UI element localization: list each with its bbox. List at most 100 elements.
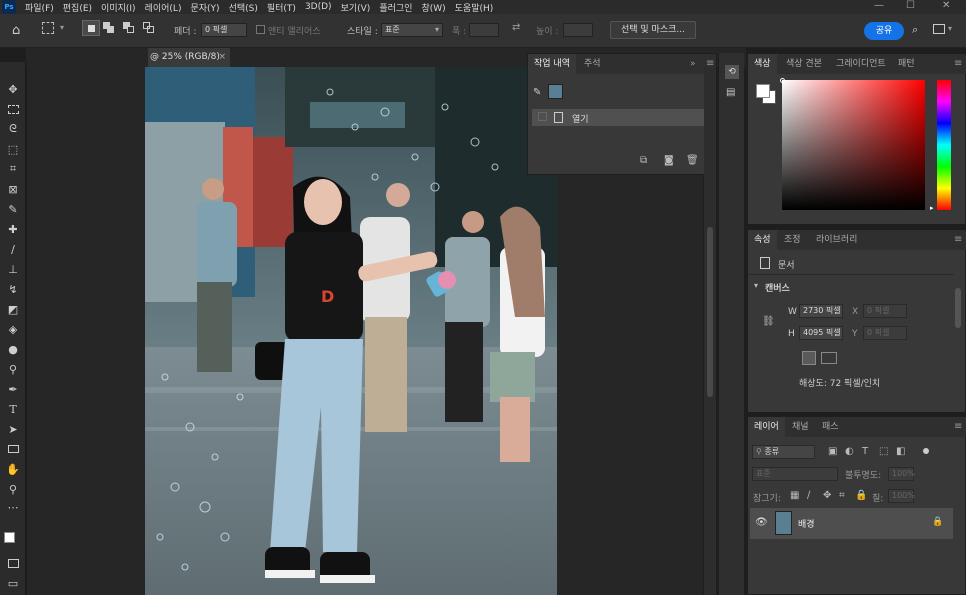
panel-menu-icon[interactable]: ≡ [954,421,962,432]
share-button[interactable]: 공유 [864,22,904,40]
tab-notes[interactable]: 주석 [578,54,607,74]
lock-position-icon[interactable]: ✥ [823,490,831,501]
color-field[interactable] [782,80,925,210]
zoom-tool-icon[interactable]: ⚲ [3,480,23,498]
eraser-tool-icon[interactable]: ◩ [3,300,23,318]
tab-gradients[interactable]: 그레이디언트 [830,54,892,74]
blur-tool-icon[interactable]: ● [3,340,23,358]
swap-dimensions-icon[interactable]: ⇄ [512,22,520,33]
filter-type-icon[interactable]: T [862,446,868,457]
object-selection-tool-icon[interactable]: ⬚ [3,140,23,158]
layer-name[interactable]: 배경 [798,517,815,530]
eyedropper-tool-icon[interactable]: ✎ [3,200,23,218]
chevron-down-icon[interactable]: ▾ [754,281,758,290]
panel-menu-icon[interactable]: ≡ [954,58,962,69]
tab-libraries[interactable]: 라이브러리 [810,230,863,250]
canvas-height-input[interactable]: 4095 픽셀 [799,326,843,340]
document-tab[interactable]: @ 25% (RGB/8) × [148,48,230,67]
pen-tool-icon[interactable]: ✒ [3,380,23,398]
menu-select[interactable]: 선택(S) [229,1,258,14]
search-icon[interactable]: ⌕ [912,23,918,37]
history-state-open[interactable]: 열기 [532,109,704,126]
menu-file[interactable]: 파일(F) [25,1,54,14]
rectangular-marquee-tool-icon[interactable] [3,100,23,118]
tab-paths[interactable]: 패스 [816,417,845,437]
chevron-down-icon[interactable]: ▾ [60,23,64,32]
chevron-down-icon[interactable]: ▾ [948,24,952,33]
link-icon[interactable]: ⛓ [762,316,775,327]
filter-shape-icon[interactable]: ⬚ [879,446,888,457]
close-window-icon[interactable]: ✕ [942,0,950,11]
select-and-mask-button[interactable]: 선택 및 마스크... [610,21,696,39]
marquee-tool-preset-icon[interactable] [42,22,54,34]
color-picker-marker[interactable] [780,78,785,83]
quick-mask-icon[interactable] [3,554,23,572]
canvas-y-input[interactable]: 0 픽셀 [863,326,907,340]
subtract-selection-icon[interactable] [123,22,135,34]
more-tools-icon[interactable]: ⋯ [3,498,23,516]
document-photo[interactable]: D [145,67,557,595]
hue-slider[interactable] [937,80,951,210]
notes-panel-icon[interactable]: ▤ [726,87,735,98]
clone-stamp-tool-icon[interactable]: ⊥ [3,260,23,278]
layer-kind-filter[interactable]: ⚲ 종류 [752,445,815,459]
eye-visibility-icon[interactable]: 👁 [755,517,768,528]
paint-bucket-tool-icon[interactable]: ◈ [3,320,23,338]
landscape-orientation-icon[interactable] [821,352,837,364]
tab-properties[interactable]: 속성 [748,230,777,250]
menu-plugins[interactable]: 플러그인 [379,1,412,14]
history-brush-tool-icon[interactable]: ↯ [3,280,23,298]
collapse-panel-icon[interactable]: » [690,59,696,69]
filter-smart-object-icon[interactable]: ◧ [896,446,905,457]
menu-image[interactable]: 이미지(I) [101,1,136,14]
scrollbar-thumb[interactable] [707,227,713,397]
menu-edit[interactable]: 편집(E) [63,1,92,14]
maximize-icon[interactable]: ☐ [906,0,915,11]
foreground-color-swatch[interactable] [4,532,15,543]
history-panel-icon[interactable]: ⟲ [725,65,739,79]
canvas-vertical-scrollbar[interactable] [704,67,716,595]
type-tool-icon[interactable]: T [3,400,23,418]
dodge-tool-icon[interactable]: ⚲ [3,360,23,378]
add-selection-icon[interactable] [103,22,115,34]
camera-icon[interactable]: ◙ [664,155,674,166]
antialias-checkbox[interactable] [256,25,265,34]
snapshot-thumbnail[interactable] [548,84,563,99]
history-state-checkbox[interactable] [538,112,547,121]
hand-tool-icon[interactable]: ✋ [3,460,23,478]
trash-icon[interactable]: 🗑 [686,155,699,166]
new-document-from-state-icon[interactable]: ⧉ [640,155,647,166]
tab-layers[interactable]: 레이어 [748,417,785,437]
foreground-color-swatch[interactable] [756,84,770,98]
tab-patterns[interactable]: 패턴 [892,54,921,74]
panel-menu-icon[interactable]: ≡ [954,234,962,245]
workspace-icon[interactable] [933,24,945,34]
tab-history[interactable]: 작업 내역 [528,54,576,74]
minimize-icon[interactable]: — [874,0,884,11]
properties-scrollbar-thumb[interactable] [955,288,961,328]
filter-pixel-icon[interactable]: ▣ [828,446,837,457]
menu-view[interactable]: 보기(V) [341,1,371,14]
lasso-tool-icon[interactable]: ᘓ [3,120,23,138]
screen-mode-icon[interactable]: ▭ [3,574,23,592]
history-brush-source-icon[interactable]: ✎ [533,87,541,98]
portrait-orientation-icon[interactable] [802,351,816,365]
intersect-selection-icon[interactable] [143,22,155,34]
width-input[interactable] [469,23,499,37]
filter-adjustment-icon[interactable]: ◐ [845,446,854,457]
tab-color[interactable]: 색상 [748,54,777,74]
brush-tool-icon[interactable]: ∕ [3,240,23,258]
layer-row-background[interactable]: 👁 배경 🔒 [750,508,953,539]
healing-brush-tool-icon[interactable]: ✚ [3,220,23,238]
menu-help[interactable]: 도움말(H) [455,1,494,14]
menu-layer[interactable]: 레이어(L) [145,1,182,14]
lock-transparency-icon[interactable]: ▦ [790,490,799,501]
menu-3d[interactable]: 3D(D) [305,2,332,12]
tab-adjustments[interactable]: 조정 [778,230,807,250]
tab-channels[interactable]: 채널 [786,417,815,437]
menu-filter[interactable]: 필터(T) [267,1,296,14]
menu-window[interactable]: 창(W) [421,1,445,14]
crop-tool-icon[interactable]: ⌗ [3,160,23,178]
home-icon[interactable]: ⌂ [12,23,20,38]
opacity-input[interactable]: 100% [888,467,915,481]
